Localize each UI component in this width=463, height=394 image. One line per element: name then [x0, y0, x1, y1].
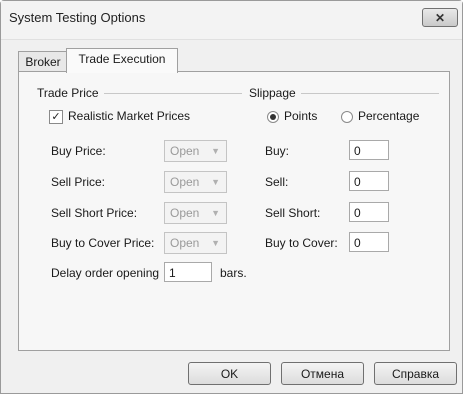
percentage-label: Percentage	[358, 109, 420, 123]
tab-broker-label: Broker	[25, 55, 61, 69]
tab-trade-execution[interactable]: Trade Execution	[66, 48, 178, 73]
chevron-down-icon: ▼	[211, 177, 220, 187]
points-radio[interactable]	[267, 111, 279, 123]
trade-price-divider	[104, 93, 242, 94]
realistic-market-prices-checkbox[interactable]: ✓	[49, 110, 63, 124]
slippage-sell-input[interactable]: 0	[349, 171, 389, 191]
help-button[interactable]: Справка	[374, 362, 457, 385]
tab-trade-execution-label: Trade Execution	[78, 52, 166, 66]
cancel-button[interactable]: Отмена	[281, 362, 364, 385]
buy-price-select[interactable]: Open ▼	[164, 140, 227, 162]
buy-price-label: Buy Price:	[51, 144, 106, 158]
window-title: System Testing Options	[9, 10, 146, 25]
ok-button[interactable]: OK	[188, 362, 271, 385]
close-button[interactable]: ✕	[422, 8, 458, 27]
sell-short-price-select[interactable]: Open ▼	[164, 202, 227, 224]
tab-broker[interactable]: Broker	[18, 51, 68, 72]
dialog-window: System Testing Options ✕ Broker Trade Ex…	[0, 0, 463, 394]
slippage-sell-short-label: Sell Short:	[265, 206, 321, 220]
buy-to-cover-price-select[interactable]: Open ▼	[164, 232, 227, 254]
points-label: Points	[284, 109, 318, 123]
delay-order-input[interactable]: 1	[164, 262, 212, 282]
buy-to-cover-price-label: Buy to Cover Price:	[51, 236, 155, 250]
slippage-buy-to-cover-label: Buy to Cover:	[265, 236, 338, 250]
radio-selected-dot	[270, 114, 276, 120]
tab-panel: Trade Price ✓ Realistic Market Prices Bu…	[18, 71, 450, 351]
slippage-sell-short-input[interactable]: 0	[349, 202, 389, 222]
realistic-market-prices-label: Realistic Market Prices	[68, 109, 191, 123]
close-icon: ✕	[434, 10, 446, 25]
buy-price-value: Open	[170, 144, 200, 158]
title-bar: System Testing Options ✕	[1, 1, 462, 40]
chevron-down-icon: ▼	[211, 146, 220, 156]
sell-price-select[interactable]: Open ▼	[164, 171, 227, 193]
sell-short-price-value: Open	[170, 206, 200, 220]
percentage-radio[interactable]	[341, 111, 353, 123]
buy-to-cover-price-value: Open	[170, 236, 200, 250]
delay-unit-label: bars.	[220, 266, 247, 280]
sell-short-price-label: Sell Short Price:	[51, 206, 138, 220]
slippage-buy-label: Buy:	[265, 144, 290, 158]
check-icon: ✓	[51, 111, 61, 123]
sell-price-value: Open	[170, 175, 200, 189]
trade-price-group-label: Trade Price	[37, 86, 99, 100]
slippage-buy-to-cover-input[interactable]: 0	[349, 232, 389, 252]
slippage-buy-input[interactable]: 0	[349, 140, 389, 160]
chevron-down-icon: ▼	[211, 208, 220, 218]
chevron-down-icon: ▼	[211, 238, 220, 248]
sell-price-label: Sell Price:	[51, 175, 106, 189]
delay-order-label: Delay order opening	[51, 266, 160, 280]
slippage-divider	[301, 93, 439, 94]
slippage-group-label: Slippage	[249, 86, 296, 100]
slippage-sell-label: Sell:	[265, 175, 289, 189]
